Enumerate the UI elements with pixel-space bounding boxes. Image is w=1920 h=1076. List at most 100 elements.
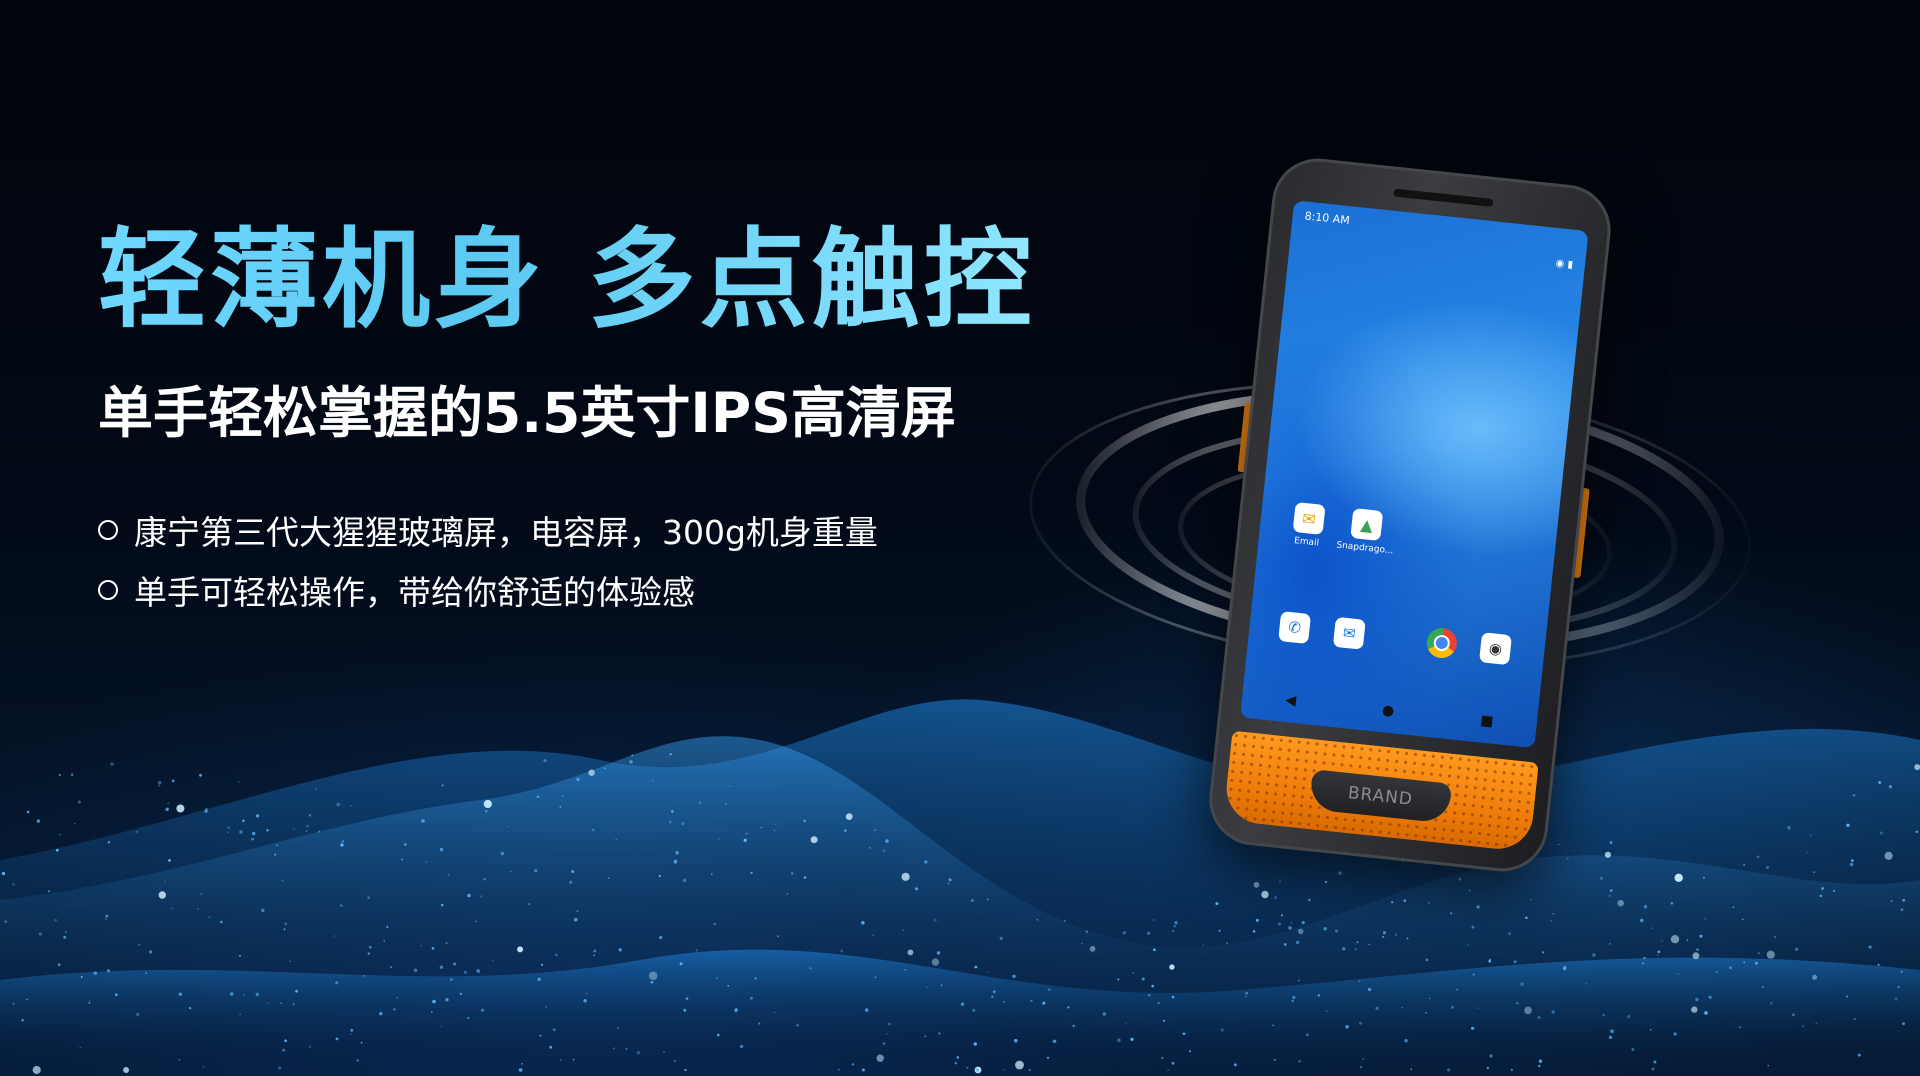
particle-dot [492, 960, 494, 962]
particle-dot [1530, 898, 1532, 901]
particle-dot [914, 887, 919, 891]
particle-dot [1117, 1038, 1121, 1042]
particle-dot [1708, 995, 1712, 999]
particle-dot [648, 971, 658, 981]
particle-dot [1627, 1014, 1631, 1019]
particle-dot [360, 1041, 363, 1044]
particle-dot [178, 1058, 181, 1061]
particle-dot [1, 872, 6, 876]
particle-dot [1301, 921, 1305, 925]
particle-dot [278, 1066, 282, 1070]
particle-dot [528, 903, 531, 906]
particle-dot [1602, 1013, 1606, 1017]
particle-dot [1877, 963, 1880, 966]
particle-dot [1253, 881, 1260, 888]
particle-dot [200, 893, 203, 896]
particle-dot [840, 949, 843, 953]
particle-dot [559, 805, 562, 808]
phone-product-image: 8:10 AM ◉ ▮ ✉ Email ▲ Snapdrago... ✆ ✉ ◉ [1060, 154, 1760, 880]
particle-dot [1650, 1029, 1652, 1031]
particle-dot [1102, 1012, 1107, 1016]
particle-dot [954, 1062, 958, 1065]
particle-dot [483, 878, 486, 881]
particle-dot [1878, 781, 1882, 784]
particle-dot [549, 1045, 553, 1049]
particle-dot [266, 829, 269, 832]
particle-dot [786, 893, 789, 895]
particle-dot [668, 820, 672, 824]
phone-icon: ✆ [1278, 611, 1312, 645]
particle-dot [425, 861, 428, 863]
particle-dot [683, 1008, 687, 1012]
particle-dot [356, 1059, 359, 1062]
particle-dot [728, 785, 731, 787]
particle-dot [555, 953, 558, 957]
particle-dot [1651, 1067, 1655, 1071]
particle-dot [874, 976, 877, 978]
recents-icon: ■ [1479, 712, 1495, 730]
particle-dot [603, 767, 606, 770]
particle-dot [12, 1002, 15, 1005]
particle-dot [1657, 950, 1661, 954]
particle-dot [1047, 988, 1051, 992]
particle-dot [718, 837, 720, 840]
particle-dot [1467, 944, 1470, 946]
particle-dot [1699, 934, 1703, 938]
particle-dot [336, 802, 341, 807]
particle-dot [340, 843, 344, 847]
particle-dot [745, 832, 748, 835]
particle-dot [616, 1027, 619, 1030]
particle-dot [1081, 942, 1083, 945]
particle-dot [282, 1048, 286, 1052]
particle-dot [74, 823, 76, 825]
particle-dot [1218, 929, 1221, 932]
particle-dot [717, 1033, 720, 1037]
particle-dot [1846, 995, 1849, 998]
particle-dot [1280, 914, 1283, 917]
particle-dot [1915, 830, 1919, 833]
particle-dot [1234, 1063, 1237, 1067]
particle-dot [70, 773, 74, 777]
particle-dot [1795, 947, 1799, 951]
particle-dot [1846, 823, 1850, 827]
particle-dot [1141, 977, 1145, 981]
particle-dot [545, 1006, 547, 1008]
particle-dot [615, 838, 617, 841]
particle-dot [992, 990, 996, 994]
particle-dot [1148, 994, 1151, 997]
particle-dot [685, 997, 689, 1000]
camera-icon: ◉ [1479, 632, 1512, 666]
particle-dot [481, 1008, 484, 1012]
particle-dot [1122, 931, 1127, 935]
particle-dot [1226, 942, 1228, 944]
particle-dot [1360, 1066, 1363, 1069]
particle-dot [1538, 1064, 1541, 1068]
particle-dot [1585, 983, 1588, 985]
particle-dot [591, 828, 595, 832]
particle-dot [673, 859, 678, 863]
particle-dot [1272, 1024, 1274, 1027]
particle-dot [440, 1025, 442, 1028]
particle-dot [974, 965, 978, 969]
particle-dot [1851, 859, 1854, 862]
particle-dot [1163, 1019, 1166, 1022]
phone-screen: 8:10 AM ◉ ▮ ✉ Email ▲ Snapdrago... ✆ ✉ ◉ [1239, 200, 1589, 749]
particle-dot [1171, 1061, 1175, 1065]
particle-dot [1471, 1026, 1475, 1030]
particle-dot [176, 804, 185, 813]
particle-dot [517, 946, 524, 953]
particle-dot [1317, 994, 1320, 997]
particle-dot [844, 829, 847, 832]
particle-dot [1153, 948, 1156, 952]
particle-dot [1395, 933, 1398, 936]
particle-dot [593, 954, 595, 956]
particle-dot [1151, 984, 1154, 988]
particle-dot [440, 903, 444, 907]
particle-dot [1704, 1011, 1708, 1015]
particle-dot [280, 1002, 282, 1004]
brand-plate: BRAND [1308, 769, 1453, 824]
particle-dot [1489, 1054, 1493, 1058]
particle-dot [483, 799, 492, 809]
particle-dot [1273, 895, 1278, 900]
particle-dot [208, 916, 211, 918]
